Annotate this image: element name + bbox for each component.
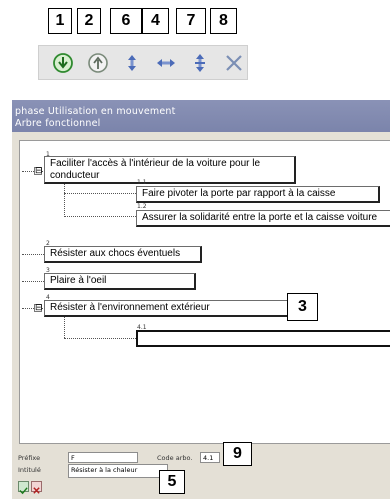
prefix-field[interactable]: F [68, 452, 138, 463]
window-header: phase Utilisation en mouvement Arbre fon… [12, 100, 390, 132]
callout-9: 9 [223, 442, 252, 466]
check-icon [19, 487, 28, 495]
node-2-label: Résister aux chocs éventuels [50, 248, 181, 259]
function-tree-window: phase Utilisation en mouvement Arbre fon… [12, 100, 390, 499]
move-vertical-icon [128, 55, 136, 71]
node-3-label: Plaire à l'oeil [50, 275, 107, 286]
node-1-expander[interactable]: ⊟ [34, 167, 43, 176]
move-down-icon [53, 53, 73, 73]
tree-node-3[interactable]: Plaire à l'oeil [44, 273, 196, 290]
node-4-label: Résister à l'environnement extérieur [50, 302, 210, 313]
node-1-1-label: Faire pivoter la porte par rapport à la … [142, 188, 336, 199]
tree-node-1-1[interactable]: Faire pivoter la porte par rapport à la … [136, 186, 380, 203]
node-1-label-line2: conducteur [50, 170, 100, 181]
callout-4: 4 [142, 8, 169, 34]
tree-node-4[interactable]: Résister à l'environnement extérieur [44, 300, 298, 317]
tree-node-2[interactable]: Résister aux chocs éventuels [44, 246, 202, 263]
node-1-2-number: 1.2 [137, 203, 147, 210]
tree-toolbar [38, 45, 248, 80]
move-up-icon [88, 53, 108, 73]
callout-2: 2 [77, 8, 101, 34]
callout-3: 3 [287, 293, 318, 321]
node-1-2-label: Assurer la solidarité entre la porte et … [142, 212, 378, 223]
callout-1: 1 [48, 8, 72, 34]
delete-icon [226, 55, 242, 71]
move-down-button[interactable] [51, 51, 75, 75]
tree-node-4-1-selected[interactable] [136, 330, 390, 347]
node-4-expander[interactable]: ⊟ [34, 304, 43, 313]
swap-vertical-icon [195, 54, 205, 72]
cancel-icon [33, 487, 40, 494]
prefix-label: Préfixe [18, 454, 41, 462]
tree-node-1[interactable]: Faciliter l'accès à l'intérieur de la vo… [44, 156, 296, 184]
title-field[interactable]: Résister à la chaleur [68, 464, 168, 478]
tree-node-1-2[interactable]: Assurer la solidarité entre la porte et … [136, 210, 390, 227]
code-field[interactable]: 4.1 [200, 452, 220, 463]
cancel-button[interactable] [31, 481, 42, 494]
title-label: Intitulé [18, 466, 41, 474]
move-horizontal-button[interactable] [154, 51, 178, 75]
node-1-label-line1: Faciliter l'accès à l'intérieur de la vo… [50, 158, 261, 169]
move-vertical-button[interactable] [120, 51, 144, 75]
move-up-button[interactable] [86, 51, 110, 75]
delete-button[interactable] [222, 51, 246, 75]
callout-5: 5 [159, 470, 185, 494]
callout-8: 8 [210, 8, 237, 34]
node-1-1-number: 1.1 [137, 179, 147, 186]
validate-button[interactable] [18, 481, 29, 495]
swap-vertical-button[interactable] [188, 51, 212, 75]
move-horizontal-icon [157, 59, 175, 67]
tree-pane[interactable]: ⊟ 1 Faciliter l'accès à l'intérieur de l… [19, 140, 390, 444]
code-label: Code arbo. [157, 454, 193, 462]
callout-7: 7 [176, 8, 206, 34]
tree-title: Arbre fonctionnel [15, 118, 101, 129]
phase-title: phase Utilisation en mouvement [15, 106, 176, 117]
callout-6: 6 [110, 8, 142, 34]
